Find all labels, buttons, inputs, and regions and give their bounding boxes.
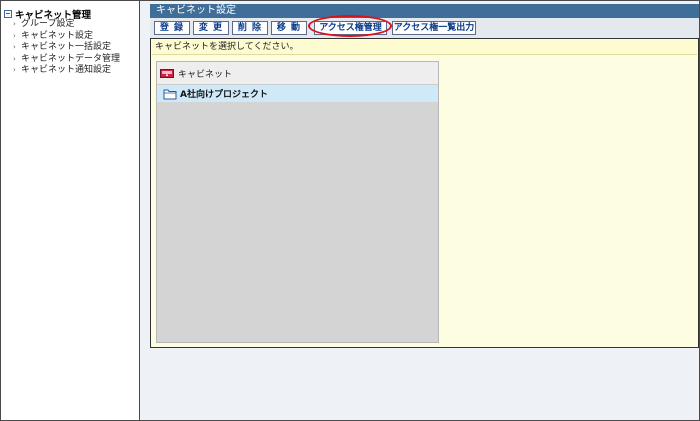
cabinet-icon <box>160 69 174 78</box>
content-area: キャビネットを選択してください。 キャビネット A社向けプロジェクト <box>150 38 699 348</box>
change-button[interactable]: 変 更 <box>193 21 229 35</box>
sidebar-item-cabinet-settings[interactable]: › キャビネット設定 <box>13 31 120 43</box>
sidebar-item-cabinet-bulk-settings[interactable]: › キャビネット一括設定 <box>13 42 120 54</box>
instruction-text: キャビネットを選択してください。 <box>152 40 697 55</box>
sidebar-item-group-settings[interactable]: › グループ設定 <box>13 19 120 31</box>
delete-button[interactable]: 削 除 <box>232 21 268 35</box>
sidebar-item-cabinet-notification-settings[interactable]: › キャビネット通知設定 <box>13 65 120 77</box>
move-button[interactable]: 移 動 <box>271 21 307 35</box>
collapse-icon[interactable] <box>4 10 12 18</box>
page-title: キャビネット設定 <box>150 4 699 18</box>
sidebar-item-cabinet-data-management[interactable]: › キャビネットデータ管理 <box>13 54 120 66</box>
toolbar: 登 録 変 更 削 除 移 動 アクセス権管理 アクセス権一覧出力 <box>150 15 699 39</box>
access-list-output-button[interactable]: アクセス権一覧出力 <box>392 21 476 35</box>
chevron-right-icon: › <box>13 43 16 51</box>
cabinet-tree: キャビネット A社向けプロジェクト <box>156 61 439 343</box>
chevron-right-icon: › <box>13 20 16 28</box>
tree-item-project[interactable]: A社向けプロジェクト <box>157 85 438 102</box>
tree-root-label: キャビネット <box>178 69 233 80</box>
sidebar: キャビネット管理 › グループ設定 › キャビネット設定 › キャビネット一括設定 ›… <box>1 1 140 420</box>
tree-item-label: A社向けプロジェクト <box>180 90 268 100</box>
tree-root-cabinet[interactable]: キャビネット <box>157 62 438 85</box>
chevron-right-icon: › <box>13 66 16 74</box>
folder-icon <box>163 89 177 99</box>
register-button[interactable]: 登 録 <box>154 21 190 35</box>
chevron-right-icon: › <box>13 54 16 63</box>
sidebar-menu: › グループ設定 › キャビネット設定 › キャビネット一括設定 › キャビネットデータ… <box>13 19 120 77</box>
app-frame: キャビネット管理 › グループ設定 › キャビネット設定 › キャビネット一括設定 ›… <box>0 0 700 421</box>
chevron-right-icon: › <box>13 31 16 40</box>
access-manage-button[interactable]: アクセス権管理 <box>314 21 387 35</box>
main-panel: キャビネット設定 登 録 変 更 削 除 移 動 アクセス権管理 アクセス権一覧… <box>140 1 699 420</box>
